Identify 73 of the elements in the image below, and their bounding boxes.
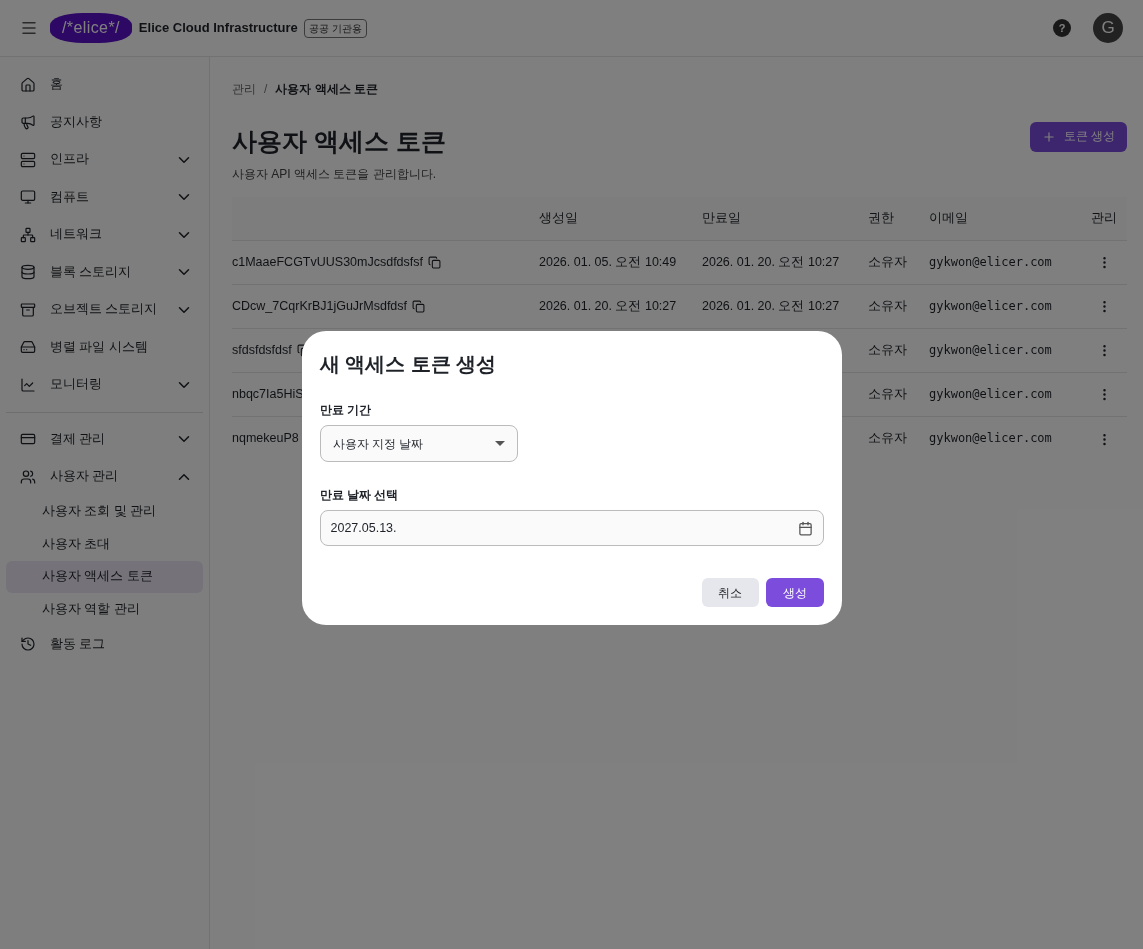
breadcrumb-item[interactable]: 관리 <box>232 80 256 98</box>
sidebar-item[interactable]: 네트워크 <box>0 216 209 254</box>
sidebar-subitem[interactable]: 사용자 초대 <box>6 528 203 561</box>
sidebar-item[interactable]: 블록 스토리지 <box>0 253 209 291</box>
create-token-button[interactable]: 토큰 생성 <box>1029 122 1127 152</box>
breadcrumb-separator: / <box>264 81 268 98</box>
sidebar-subitem[interactable]: 사용자 액세스 토큰 <box>6 560 203 593</box>
home-icon <box>20 76 36 93</box>
period-select[interactable]: 사용자 지정 날짜 <box>319 425 518 462</box>
token-cell-text: sfdsfdsfdsf <box>232 342 292 360</box>
menu-icon[interactable] <box>20 19 38 37</box>
database-icon <box>20 264 36 281</box>
expires-cell: 2026. 01. 20. 오전 10:27 <box>702 299 840 314</box>
email-cell: gykwon@elicer.com <box>929 299 1052 314</box>
sidebar-item[interactable]: 오브젝트 스토리지 <box>0 291 209 329</box>
calendar-icon[interactable] <box>797 520 813 536</box>
role-cell: 소유자 <box>868 299 907 314</box>
sidebar-item[interactable]: 활동 로그 <box>0 625 209 663</box>
role-cell: 소유자 <box>868 387 907 402</box>
help-button[interactable]: ? <box>1053 19 1071 37</box>
page-title: 사용자 액세스 토큰 <box>232 126 447 157</box>
sidebar-item[interactable]: 병렬 파일 시스템 <box>0 328 209 366</box>
role-cell: 소유자 <box>868 343 907 358</box>
sidebar-item[interactable]: 인프라 <box>0 141 209 179</box>
cancel-button[interactable]: 취소 <box>701 578 759 607</box>
token-cell-text: c1MaaeFCGTvUUS30mJcsdfdsfsf <box>232 254 424 272</box>
product-name: Elice Cloud Infrastructure <box>138 19 298 38</box>
field-label: 만료 기간 <box>319 402 372 419</box>
column-header: 만료일 <box>702 210 741 225</box>
role-cell: 소유자 <box>868 431 907 446</box>
token-cell-text: CDcw_7CqrKrBJ1jGuJrMsdfdsf <box>232 298 408 316</box>
logo[interactable]: /*elice*/ <box>50 13 132 43</box>
sidebar-subitem[interactable]: 사용자 역할 관리 <box>6 593 203 626</box>
role-cell: 소유자 <box>868 255 907 270</box>
users-icon <box>20 468 36 485</box>
breadcrumb-item: 사용자 액세스 토큰 <box>275 81 378 98</box>
product-tag: 공공 기관용 <box>303 18 367 38</box>
sidebar-item[interactable]: 모니터링 <box>0 366 209 404</box>
dialog-title: 새 액세스 토큰 생성 <box>319 352 498 377</box>
history-icon <box>20 636 36 653</box>
page-subtitle: 사용자 API 액세스 토큰을 관리합니다. <box>232 165 437 183</box>
email-cell: gykwon@elicer.com <box>929 387 1052 402</box>
email-cell: gykwon@elicer.com <box>929 255 1052 270</box>
column-header: 이메일 <box>929 210 968 225</box>
create-button[interactable]: 생성 <box>765 578 824 607</box>
field-label: 만료 날짜 선택 <box>319 487 400 504</box>
email-cell: gykwon@elicer.com <box>929 343 1052 358</box>
sidebar-subitem[interactable]: 사용자 조회 및 관리 <box>6 495 203 528</box>
plus-icon <box>1041 130 1056 144</box>
sidebar-item[interactable]: 결제 관리 <box>0 420 209 458</box>
column-header: 생성일 <box>539 210 578 225</box>
expires-cell: 2026. 01. 20. 오전 10:27 <box>702 255 840 270</box>
column-header: 관리 <box>1091 210 1117 225</box>
email-cell: gykwon@elicer.com <box>929 431 1052 446</box>
sidebar-item[interactable]: 공지사항 <box>0 103 209 141</box>
dropdown-caret-icon <box>494 441 505 446</box>
avatar[interactable]: G <box>1093 13 1123 43</box>
server-icon <box>20 151 36 168</box>
token-cell-text: nqmekeuP8 <box>232 430 299 448</box>
sidebar-item[interactable]: 홈 <box>0 66 209 104</box>
token-cell-text: nbqc7Ia5HiS <box>232 386 304 404</box>
megaphone-icon <box>20 114 36 131</box>
sidebar-item[interactable]: 사용자 관리 <box>0 458 209 496</box>
monitor-icon <box>20 189 36 206</box>
line-chart-icon <box>20 376 36 393</box>
created-cell: 2026. 01. 05. 오전 10:49 <box>539 255 677 270</box>
network-icon <box>20 226 36 243</box>
storage-icon <box>20 339 36 356</box>
archive-icon <box>20 301 36 318</box>
sidebar-item[interactable]: 컴퓨트 <box>0 178 209 216</box>
column-header: 권한 <box>868 210 894 225</box>
created-cell: 2026. 01. 20. 오전 10:27 <box>539 299 677 314</box>
date-field[interactable]: 2027.05.13. <box>319 510 824 546</box>
